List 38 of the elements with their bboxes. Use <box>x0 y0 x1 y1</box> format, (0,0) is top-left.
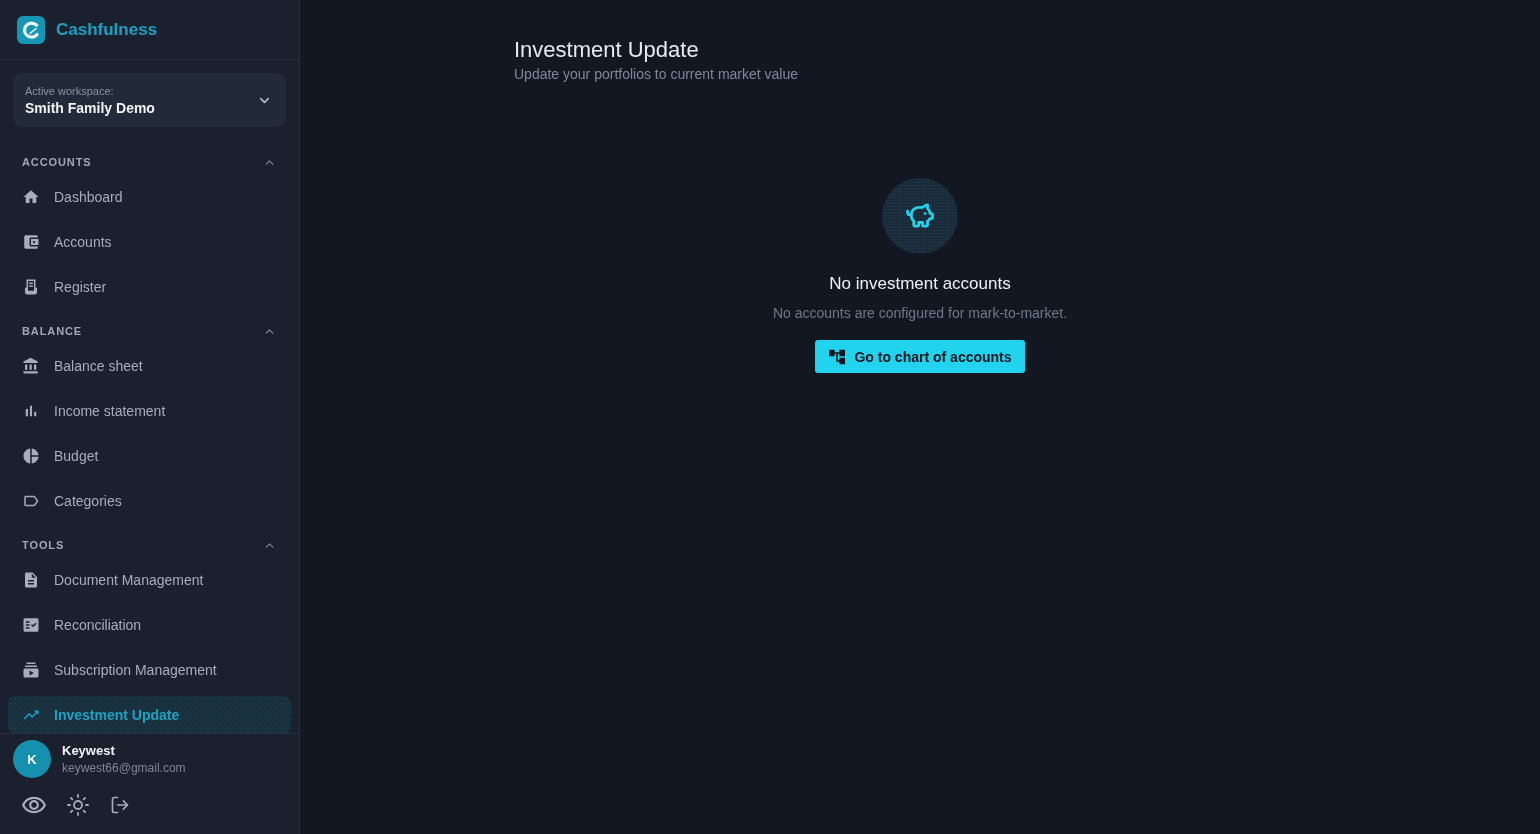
wallet-icon <box>22 233 40 251</box>
logo-icon <box>17 15 45 44</box>
user-avatar: K <box>13 740 51 778</box>
nav-item[interactable]: Subscription Management <box>8 651 291 689</box>
document-icon <box>22 571 40 589</box>
nav-item[interactable]: Income statement <box>8 392 291 430</box>
nav-item[interactable]: Dashboard <box>8 178 291 216</box>
tree-icon <box>829 348 846 365</box>
section-header[interactable]: ACCOUNTS <box>8 152 291 172</box>
nav-item[interactable]: Budget <box>8 437 291 475</box>
page-title: Investment Update <box>514 36 700 63</box>
nav-item[interactable]: Balance sheet <box>8 347 291 385</box>
receipt-icon <box>22 278 40 296</box>
section-header[interactable]: BALANCE <box>8 321 291 341</box>
subscription-icon <box>22 661 40 679</box>
logout-icon <box>110 795 130 815</box>
nav-item[interactable]: Investment Update <box>8 696 291 733</box>
chart-of-accounts-button[interactable]: Go to chart of accounts <box>815 340 1025 373</box>
page-subtitle: Update your portfolios to current market value <box>514 66 800 82</box>
bank-icon <box>22 357 40 375</box>
nav-item[interactable]: Register <box>8 268 291 306</box>
nav-item[interactable]: Categories <box>8 482 291 520</box>
theme-button[interactable] <box>66 793 90 817</box>
house-icon <box>22 188 40 206</box>
user-name: Keywest <box>62 743 116 758</box>
nav-item[interactable]: Document Management <box>8 561 291 599</box>
nav-item[interactable]: Accounts <box>8 223 291 261</box>
empty-state-message: No accounts are configured for mark-to-market. <box>772 305 1068 321</box>
user-email: keywest66@gmail.com <box>62 761 186 775</box>
logout-button[interactable] <box>110 795 130 815</box>
pie-chart-icon <box>22 447 40 465</box>
section-header[interactable]: TOOLS <box>8 535 291 555</box>
nav-item[interactable]: Reconciliation <box>8 606 291 644</box>
brand-name: Cashfulness <box>56 19 158 40</box>
sun-icon <box>66 793 90 817</box>
checklist-icon <box>22 616 40 634</box>
workspace-selector[interactable]: Active workspace: Smith Family Demo <box>13 73 286 127</box>
empty-state-title: No investment accounts <box>829 274 1011 294</box>
